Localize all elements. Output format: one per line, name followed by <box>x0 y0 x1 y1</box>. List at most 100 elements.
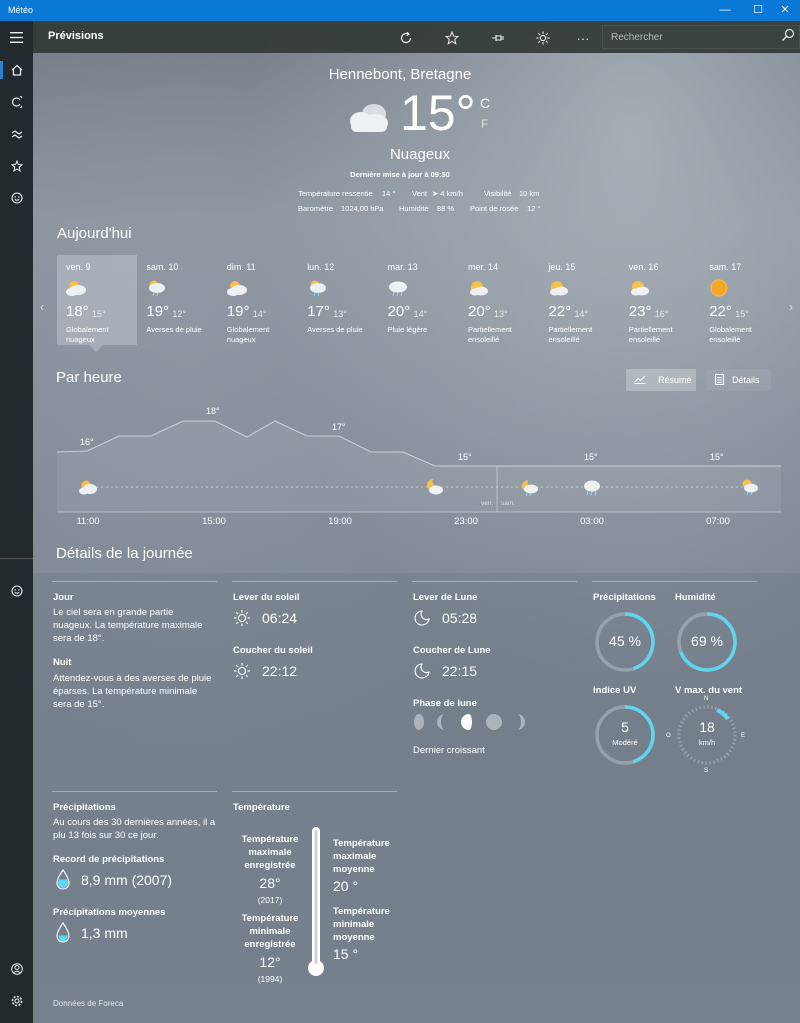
wind-label: Vent <box>412 189 428 198</box>
search-icon[interactable] <box>781 28 795 45</box>
search-input[interactable]: Rechercher <box>611 32 663 43</box>
day-forecast-card[interactable]: mer. 14 20° 13° Partiellement ensoleillé <box>459 255 539 345</box>
close-button[interactable]: ✕ <box>770 0 800 21</box>
more-options-button[interactable]: ··· <box>572 27 594 49</box>
brightness-sun-icon[interactable] <box>532 27 554 49</box>
hour-label: 15:00 <box>202 516 226 527</box>
hour-label: 11:00 <box>76 516 100 527</box>
moon-phase-label: Phase de lune <box>413 698 477 709</box>
max-wind-unit: km/h <box>698 738 716 747</box>
hour-label: 23:00 <box>454 516 478 527</box>
scroll-left-chevron-icon[interactable]: ‹ <box>40 300 44 314</box>
pressure-label: Baromètre <box>298 204 334 213</box>
hour-label: 07:00 <box>706 516 730 527</box>
day-low-temp: 14° <box>413 309 428 319</box>
visibility-value: 10 km <box>519 189 540 198</box>
favorites-icon[interactable] <box>0 150 33 182</box>
day-name: ven. 9 <box>66 262 91 272</box>
sunrise-time: 06:24 <box>262 610 298 626</box>
search-box[interactable]: Rechercher <box>602 25 800 49</box>
feedback-smiley-icon[interactable] <box>0 182 33 214</box>
hourly-temp-label: 18° <box>206 406 220 416</box>
home-icon[interactable] <box>0 54 33 86</box>
favorite-star-icon[interactable] <box>441 27 463 49</box>
water-drop-icon <box>55 869 71 896</box>
last-updated: Dernière mise à jour à 09:50 <box>350 170 450 179</box>
details-view-button[interactable]: Détails <box>707 369 771 391</box>
hourly-temp-label: 17° <box>332 422 346 432</box>
max-record-label: Température maximale enregistrée <box>241 834 299 871</box>
account-icon[interactable] <box>0 953 33 985</box>
list-icon <box>715 373 724 387</box>
day-forecast-card[interactable]: sam. 10 19° 12° Averses de pluie <box>137 255 217 345</box>
sunrise-label: Lever du soleil <box>233 592 300 603</box>
day-name: jeu. 15 <box>548 262 576 272</box>
unit-fahrenheit[interactable]: F <box>481 117 488 131</box>
day-high-temp: 19° <box>226 303 250 320</box>
sunset-time: 22:12 <box>262 663 298 679</box>
moonrise-label: Lever de Lune <box>413 592 478 603</box>
day-condition: Averses de pluie <box>307 325 363 334</box>
summary-view-button[interactable]: Résumé <box>626 369 696 391</box>
historical-precip-label: Précipitations <box>53 802 116 813</box>
partly-sunny-icon <box>547 279 569 297</box>
day-forecast-card[interactable]: mar. 13 20° 14° Pluie légère <box>379 255 459 345</box>
partly-cloudy-icon <box>65 279 87 297</box>
divider <box>52 581 217 582</box>
day-forecast-card[interactable]: sam. 17 22° 15° Globalement ensoleillé <box>700 255 780 345</box>
moonrise-icon <box>413 609 431 632</box>
min-record-year: (1994) <box>257 974 283 984</box>
avg-precip-label: Précipitations moyennes <box>53 907 166 918</box>
refresh-icon[interactable] <box>395 27 417 49</box>
water-drop-icon <box>55 922 71 949</box>
historical-temp-label: Température <box>233 802 290 813</box>
day-low-temp: 14° <box>574 309 589 319</box>
moon-phases-strip <box>413 712 525 737</box>
day-high-temp: 22° <box>548 303 572 320</box>
partly-cloudy-icon <box>226 279 248 297</box>
day-condition: Globalement ensoleillé <box>709 325 752 344</box>
day-high-temp: 20° <box>387 303 411 320</box>
precipitation-value: 45 % <box>609 633 641 649</box>
hamburger-menu-icon[interactable] <box>0 21 33 53</box>
day-forecast-card[interactable]: dim. 11 19° 14° Globalement nuageux <box>218 255 298 345</box>
day-low-temp: 15° <box>735 309 749 319</box>
historical-weather-icon[interactable] <box>0 118 33 150</box>
feedback-smiley-icon[interactable] <box>0 575 33 607</box>
partly-sunny-icon <box>628 279 650 297</box>
day-name: ven. 16 <box>628 262 659 272</box>
maximize-button[interactable]: ☐ <box>743 0 773 21</box>
moon-cloud-icon <box>424 478 444 501</box>
hourly-temp-label: 15° <box>710 452 724 462</box>
day-forecast-card[interactable]: lun. 12 17° 13° Averses de pluie <box>298 255 378 345</box>
day-high-temp: 18° <box>66 303 89 320</box>
day-forecast-card[interactable]: jeu. 15 22° 14° Partiellement ensoleillé <box>539 255 619 345</box>
unit-celsius[interactable]: C <box>480 95 490 111</box>
day-marker: sam. <box>501 500 516 507</box>
settings-gear-icon[interactable] <box>0 985 33 1017</box>
hour-label: 19:00 <box>328 516 352 527</box>
divider <box>412 581 577 582</box>
pressure-value: 1024,00 hPa <box>341 204 384 213</box>
max-record-year: (2017) <box>257 895 283 905</box>
day-name: sam. 17 <box>709 262 742 272</box>
moonset-time: 22:15 <box>442 663 478 679</box>
day-high-temp: 22° <box>709 303 732 320</box>
scroll-right-chevron-icon[interactable]: › <box>789 300 793 314</box>
data-source-credit[interactable]: Données de Foreca <box>53 999 123 1008</box>
day-forecast-card[interactable]: ven. 16 23° 16° Partiellement ensoleillé <box>620 255 700 345</box>
radar-icon[interactable] <box>0 86 33 118</box>
day-name: mar. 13 <box>387 262 418 272</box>
pin-icon[interactable] <box>487 27 509 49</box>
day-forecast-card[interactable]: ven. 9 18° 15° Globalement nuageux <box>57 255 137 345</box>
humidity-value: 88 % <box>437 204 455 213</box>
day-condition: Partiellement ensoleillé <box>468 325 512 344</box>
compass-west: O <box>666 733 671 739</box>
app-header: Prévisions ··· Rechercher <box>33 21 800 53</box>
day-name: dim. 11 <box>226 262 256 272</box>
divider <box>232 791 397 792</box>
min-record-value: 12° <box>259 954 281 970</box>
hourly-temp-label: 15° <box>458 452 472 462</box>
day-low-temp: 13° <box>494 309 508 319</box>
minimize-button[interactable]: — <box>710 0 740 21</box>
